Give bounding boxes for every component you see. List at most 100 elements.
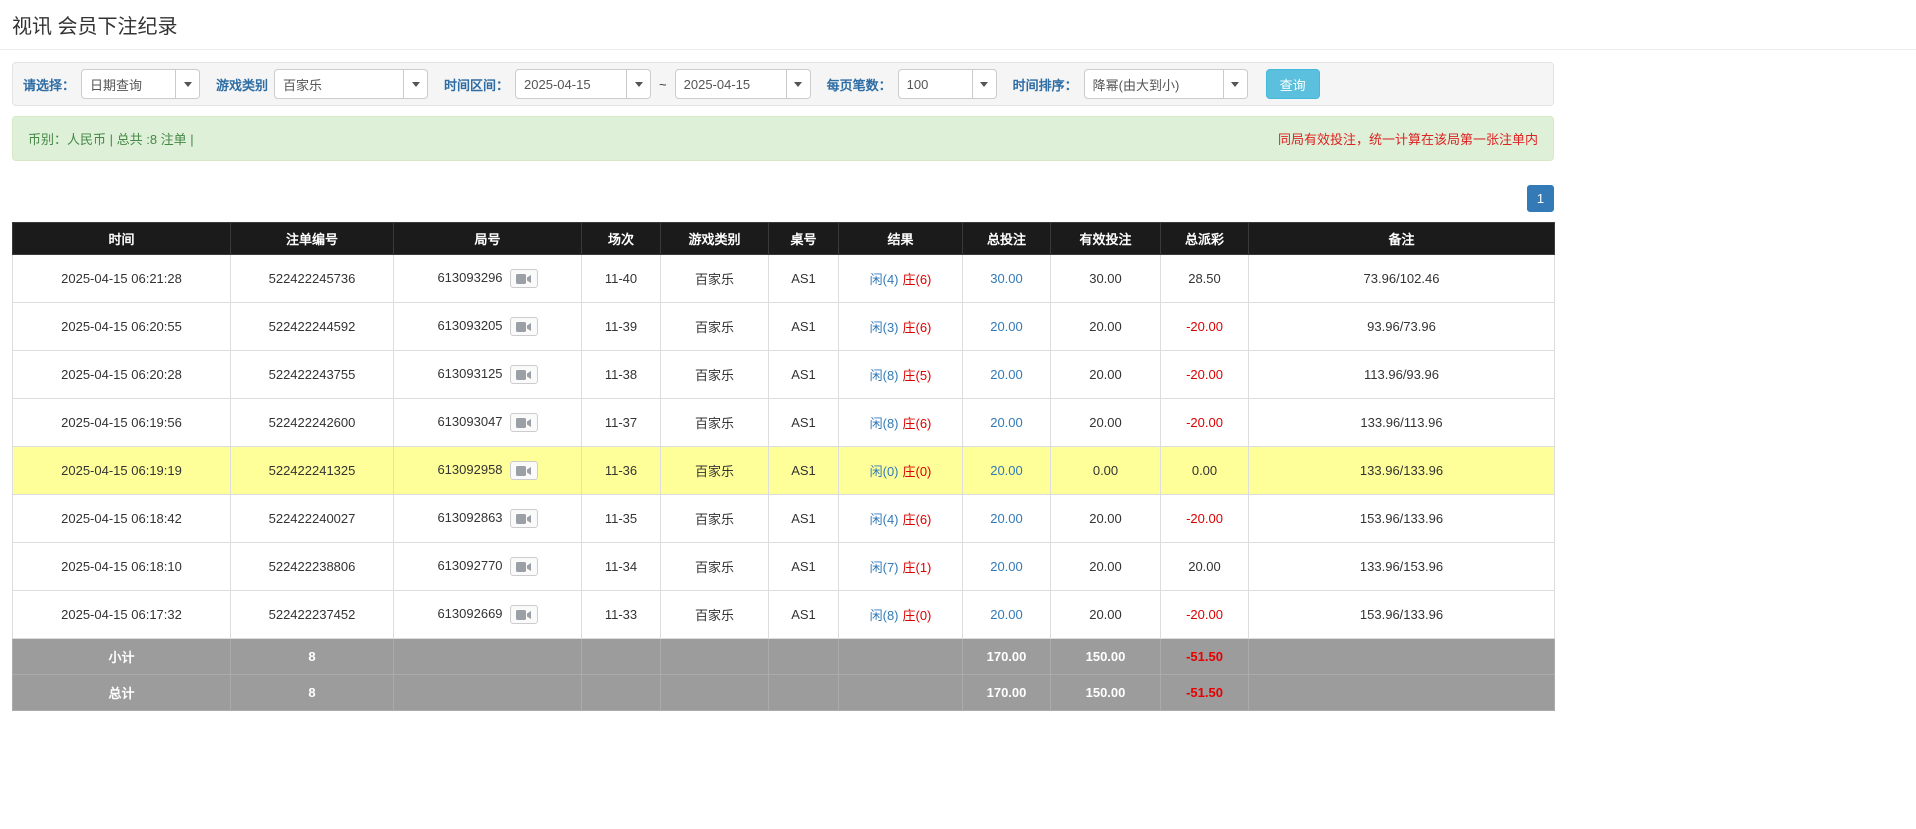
- notice-text: 同局有效投注，统一计算在该局第一张注单内: [1278, 129, 1538, 148]
- result-banker: 庄(5): [903, 368, 932, 383]
- total-payout: -51.50: [1161, 675, 1249, 711]
- table-row: 2025-04-15 06:19:56 522422242600 6130930…: [13, 399, 1555, 447]
- sort-order-input[interactable]: [1084, 69, 1224, 99]
- time-range-label: 时间区间：: [444, 75, 509, 94]
- page-size-input[interactable]: [898, 69, 973, 99]
- video-replay-button[interactable]: [510, 269, 538, 288]
- remark-cell: 133.96/133.96: [1249, 447, 1555, 495]
- bet-id-cell: 522422237452: [231, 591, 394, 639]
- total-bet-link[interactable]: 20.00: [990, 463, 1023, 478]
- time-cell: 2025-04-15 06:18:10: [13, 543, 231, 591]
- session-cell: 11-40: [582, 255, 661, 303]
- total-bet-link[interactable]: 20.00: [990, 607, 1023, 622]
- total-bet-link[interactable]: 20.00: [990, 559, 1023, 574]
- video-replay-button[interactable]: [510, 365, 538, 384]
- column-header: 总派彩: [1161, 223, 1249, 255]
- page-number-button[interactable]: 1: [1527, 185, 1554, 212]
- sort-order-combobox: [1084, 69, 1248, 99]
- total-bet-link[interactable]: 20.00: [990, 367, 1023, 382]
- result-cell: 闲(8)庄(0): [839, 591, 963, 639]
- bet-id-cell: 522422245736: [231, 255, 394, 303]
- search-button[interactable]: 查询: [1266, 69, 1320, 99]
- valid-bet-cell: 20.00: [1051, 351, 1161, 399]
- date-to-dropdown-button[interactable]: [787, 69, 811, 99]
- game-type-label: 游戏类别: [216, 75, 268, 94]
- session-cell: 11-34: [582, 543, 661, 591]
- result-cell: 闲(7)庄(1): [839, 543, 963, 591]
- payout-cell: -20.00: [1161, 351, 1249, 399]
- subtotal-payout: -51.50: [1161, 639, 1249, 675]
- total-bet-cell: 20.00: [963, 351, 1051, 399]
- video-camera-icon: [516, 513, 532, 525]
- round-number: 613093205: [437, 318, 502, 333]
- date-from-input[interactable]: [515, 69, 627, 99]
- table-number-cell: AS1: [769, 303, 839, 351]
- page-size-dropdown-button[interactable]: [973, 69, 997, 99]
- game-type-dropdown-button[interactable]: [404, 69, 428, 99]
- result-banker: 庄(6): [903, 512, 932, 527]
- table-row: 2025-04-15 06:20:55 522422244592 6130932…: [13, 303, 1555, 351]
- game-type-input[interactable]: [274, 69, 404, 99]
- table-number-cell: AS1: [769, 591, 839, 639]
- caret-down-icon: [1231, 82, 1239, 87]
- column-header: 局号: [394, 223, 582, 255]
- valid-bet-cell: 0.00: [1051, 447, 1161, 495]
- bet-id-cell: 522422244592: [231, 303, 394, 351]
- round-number: 613092958: [437, 462, 502, 477]
- valid-bet-cell: 30.00: [1051, 255, 1161, 303]
- table-number-cell: AS1: [769, 351, 839, 399]
- total-count: 8: [231, 675, 394, 711]
- table-row: 2025-04-15 06:18:42 522422240027 6130928…: [13, 495, 1555, 543]
- game-type-cell: 百家乐: [661, 303, 769, 351]
- betting-records-table: 时间注单编号局号场次游戏类别桌号结果总投注有效投注总派彩备注 2025-04-1…: [12, 222, 1555, 711]
- table-number-cell: AS1: [769, 447, 839, 495]
- video-replay-button[interactable]: [510, 317, 538, 336]
- subtotal-label: 小计: [13, 639, 231, 675]
- round-cell: 613092958: [394, 447, 582, 495]
- date-from-dropdown-button[interactable]: [627, 69, 651, 99]
- column-header: 总投注: [963, 223, 1051, 255]
- total-bet-cell: 20.00: [963, 303, 1051, 351]
- payout-cell: 20.00: [1161, 543, 1249, 591]
- result-banker: 庄(0): [903, 464, 932, 479]
- total-bet-link[interactable]: 20.00: [990, 415, 1023, 430]
- total-bet-link[interactable]: 20.00: [990, 319, 1023, 334]
- subtotal-row: 小计 8 170.00 150.00 -51.50: [13, 639, 1555, 675]
- select-type-input[interactable]: [81, 69, 176, 99]
- total-bet-link[interactable]: 30.00: [990, 271, 1023, 286]
- total-bet-cell: 20.00: [963, 591, 1051, 639]
- column-header: 注单编号: [231, 223, 394, 255]
- total-bet-link[interactable]: 20.00: [990, 511, 1023, 526]
- bet-id-cell: 522422242600: [231, 399, 394, 447]
- round-cell: 613093047: [394, 399, 582, 447]
- empty-cell: [661, 675, 769, 711]
- date-to-input[interactable]: [675, 69, 787, 99]
- sort-order-dropdown-button[interactable]: [1224, 69, 1248, 99]
- select-type-combobox: [81, 69, 200, 99]
- info-bar: 币别：人民币 | 总共 :8 注单 | 同局有效投注，统一计算在该局第一张注单内: [12, 116, 1554, 161]
- result-cell: 闲(8)庄(5): [839, 351, 963, 399]
- video-replay-button[interactable]: [510, 461, 538, 480]
- result-banker: 庄(0): [903, 608, 932, 623]
- remark-cell: 133.96/153.96: [1249, 543, 1555, 591]
- result-banker: 庄(6): [903, 272, 932, 287]
- table-row: 2025-04-15 06:21:28 522422245736 6130932…: [13, 255, 1555, 303]
- select-type-dropdown-button[interactable]: [176, 69, 200, 99]
- time-cell: 2025-04-15 06:17:32: [13, 591, 231, 639]
- game-type-combobox: [274, 69, 428, 99]
- video-replay-button[interactable]: [510, 557, 538, 576]
- time-cell: 2025-04-15 06:21:28: [13, 255, 231, 303]
- session-cell: 11-35: [582, 495, 661, 543]
- session-cell: 11-33: [582, 591, 661, 639]
- video-replay-button[interactable]: [510, 413, 538, 432]
- result-cell: 闲(0) 庄(0): [839, 447, 963, 495]
- date-range-separator: ~: [659, 77, 667, 92]
- result-player: 闲(4): [870, 272, 899, 287]
- payout-cell: 28.50: [1161, 255, 1249, 303]
- video-replay-button[interactable]: [510, 605, 538, 624]
- video-replay-button[interactable]: [510, 509, 538, 528]
- result-player: 闲(0): [870, 464, 899, 479]
- date-to-picker: [675, 69, 811, 99]
- table-number-cell: AS1: [769, 255, 839, 303]
- valid-bet-cell: 20.00: [1051, 399, 1161, 447]
